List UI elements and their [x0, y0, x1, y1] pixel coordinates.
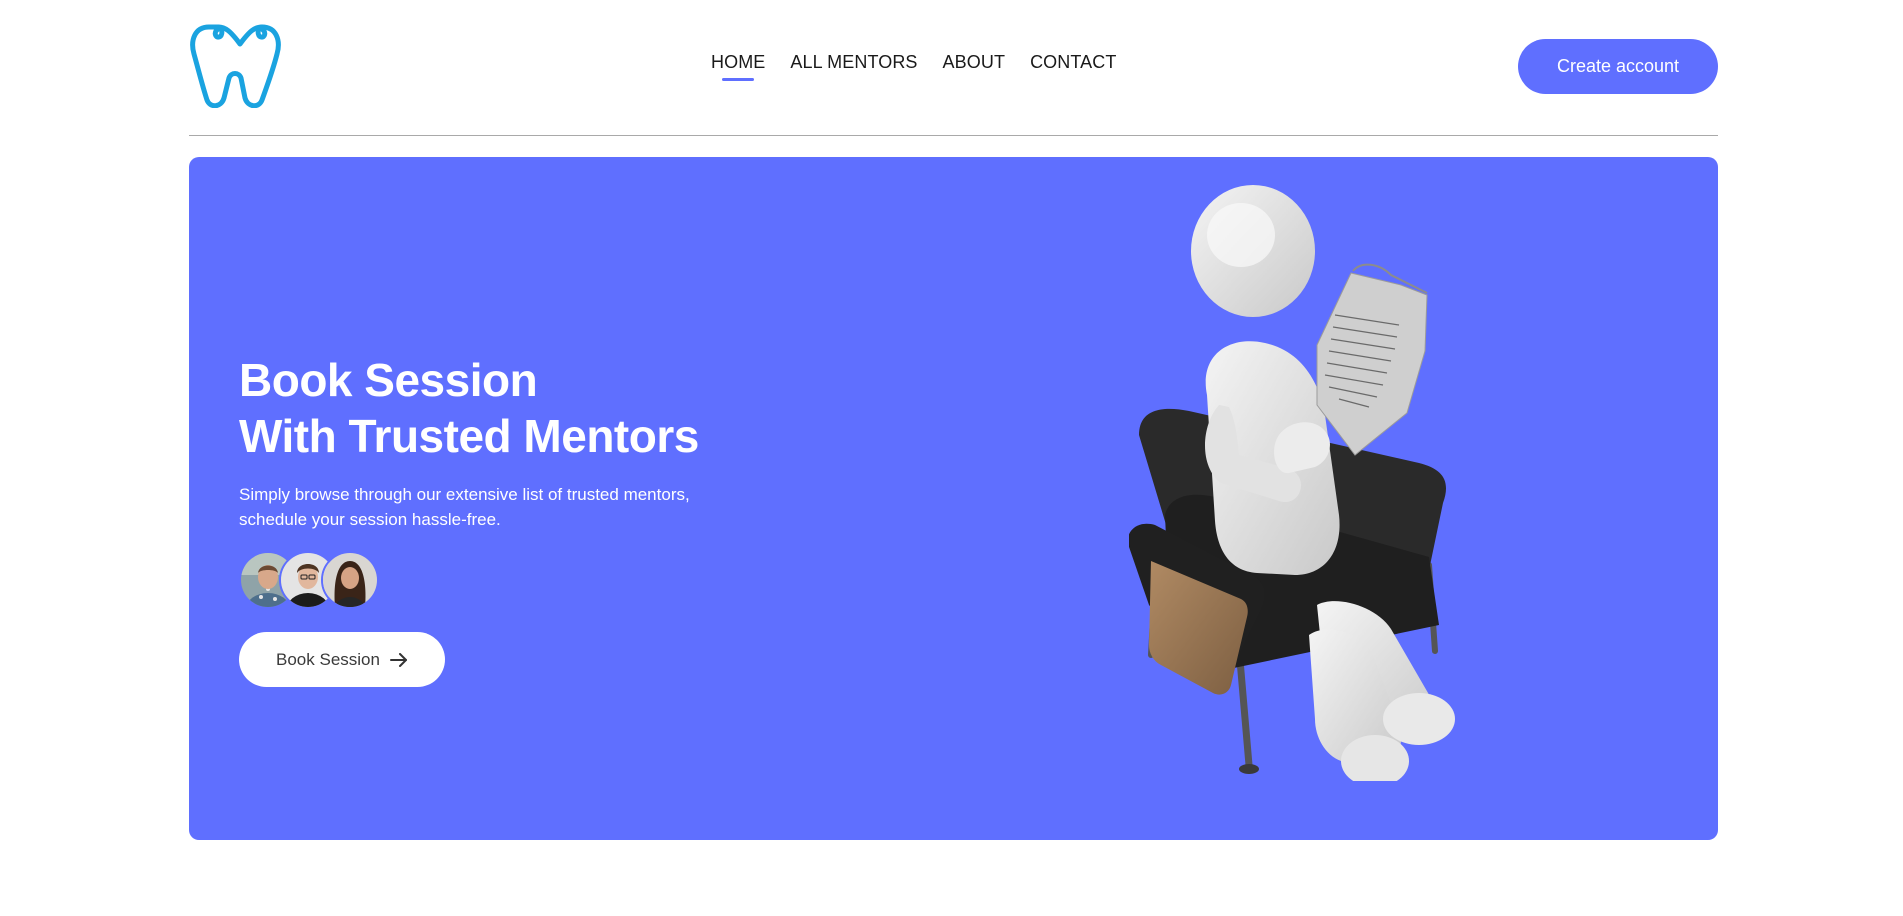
- site-header: HOME ALL MENTORS ABOUT CONTACT Create ac…: [189, 0, 1718, 136]
- mentor-avatar: [321, 551, 379, 609]
- main-nav: HOME ALL MENTORS ABOUT CONTACT: [711, 52, 1116, 81]
- person-reading-newspaper-illustration: [1129, 185, 1455, 781]
- mentor-avatar-group: [239, 551, 389, 609]
- book-session-button[interactable]: Book Session: [239, 632, 445, 687]
- nav-home[interactable]: HOME: [711, 52, 765, 81]
- hero-subtitle-line-1: Simply browse through our extensive list…: [239, 485, 690, 504]
- nav-contact[interactable]: CONTACT: [1030, 52, 1116, 73]
- hero-title-line-2: With Trusted Mentors: [239, 410, 699, 462]
- book-session-label: Book Session: [276, 649, 380, 669]
- hero-subtitle: Simply browse through our extensive list…: [239, 482, 690, 532]
- logo-icon[interactable]: [189, 22, 291, 108]
- hero-banner: Book Session With Trusted Mentors Simply…: [189, 157, 1718, 840]
- create-account-button[interactable]: Create account: [1518, 39, 1718, 94]
- hero-subtitle-line-2: schedule your session hassle-free.: [239, 510, 501, 529]
- hero-title-line-1: Book Session: [239, 354, 538, 406]
- nav-about[interactable]: ABOUT: [943, 52, 1006, 73]
- hero-title: Book Session With Trusted Mentors: [239, 352, 699, 464]
- nav-all-mentors[interactable]: ALL MENTORS: [790, 52, 917, 73]
- arrow-right-icon: [389, 652, 407, 667]
